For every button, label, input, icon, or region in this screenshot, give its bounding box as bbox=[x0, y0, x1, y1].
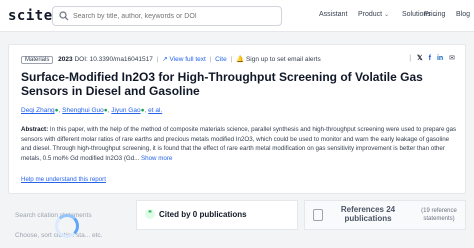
cited-by-label: Cited by 0 publications bbox=[159, 210, 247, 219]
nav-blog-label: Blog bbox=[456, 11, 471, 18]
facebook-icon[interactable]: f bbox=[429, 55, 431, 62]
top-navigation-bar: scite_ Assistant Product ⌄ Solutions ⌄ bbox=[0, 0, 474, 32]
tab-references[interactable]: References 24 publications (19 reference… bbox=[304, 200, 466, 230]
article-card: Materials 2023 DOI: 10.3390/ma16041517 |… bbox=[8, 44, 466, 194]
bell-icon: 🔔 bbox=[236, 56, 245, 63]
share-separator: | bbox=[409, 55, 412, 62]
signup-alerts-link[interactable]: Sign up to set email alerts bbox=[246, 56, 321, 63]
chevron-down-icon: ⌄ bbox=[384, 12, 390, 18]
abstract-text: In this paper, with the help of the meth… bbox=[21, 126, 457, 162]
search-icon bbox=[59, 11, 69, 21]
abstract-label: Abstract: bbox=[21, 126, 49, 133]
quote-icon: ❝ bbox=[145, 209, 155, 219]
cite-link[interactable]: Cite bbox=[215, 56, 227, 63]
twitter-icon[interactable]: 𝕏 bbox=[417, 55, 423, 62]
nav-assistant-label: Assistant bbox=[319, 11, 348, 18]
document-icon bbox=[313, 209, 323, 221]
author-link[interactable]: Jiyun Gao bbox=[111, 107, 140, 114]
search-box[interactable] bbox=[52, 6, 282, 26]
reference-statements-count: (19 reference statements) bbox=[421, 208, 457, 222]
search-input[interactable] bbox=[73, 9, 273, 23]
journal-badge[interactable]: Materials bbox=[21, 56, 54, 64]
authors-list: Deqi Zhang●, Shenghui Guo●, Jiyun Gao●, … bbox=[21, 107, 162, 114]
separator: | bbox=[209, 56, 212, 63]
nav-product[interactable]: Product ⌄ bbox=[358, 11, 389, 18]
et-al-link[interactable]: et al. bbox=[148, 107, 162, 114]
article-meta: Materials 2023 DOI: 10.3390/ma16041517 |… bbox=[21, 55, 321, 64]
abstract: Abstract: In this paper, with the help o… bbox=[21, 125, 457, 163]
author-link[interactable]: Deqi Zhang bbox=[21, 107, 55, 114]
linkedin-icon[interactable]: in bbox=[437, 55, 443, 62]
nav-pricing[interactable]: Pricing bbox=[424, 11, 445, 18]
author-link[interactable]: Shenghui Guo bbox=[62, 107, 104, 114]
external-link-icon: ↗ bbox=[162, 56, 168, 63]
nav-pricing-label: Pricing bbox=[424, 11, 446, 18]
view-full-text-link[interactable]: View full text bbox=[169, 56, 205, 63]
tab-cited-by[interactable]: ❝ Cited by 0 publications bbox=[136, 200, 298, 230]
show-more-link[interactable]: Show more bbox=[141, 155, 172, 162]
separator: | bbox=[230, 56, 233, 63]
nav-product-label: Product bbox=[358, 11, 383, 18]
citation-statements-panel: Search citation statements Choose, sort … bbox=[8, 200, 126, 248]
search-citation-statements-input[interactable]: Search citation statements bbox=[15, 212, 92, 219]
doi[interactable]: DOI: 10.3390/ma16041517 bbox=[74, 56, 152, 63]
nav-assistant[interactable]: Assistant bbox=[319, 11, 347, 18]
article-title: Surface-Modified In2O3 for High-Throughp… bbox=[21, 70, 423, 98]
email-icon[interactable]: ✉ bbox=[449, 55, 455, 62]
nav-blog[interactable]: Blog bbox=[456, 11, 470, 18]
loading-spinner-icon bbox=[55, 214, 79, 238]
help-understand-link[interactable]: Help me understand this report bbox=[21, 176, 106, 183]
share-icons: | 𝕏 f in ✉ bbox=[405, 54, 455, 62]
publication-year: 2023 bbox=[58, 56, 73, 63]
separator: | bbox=[156, 56, 159, 63]
references-label: References 24 publications bbox=[340, 205, 396, 223]
